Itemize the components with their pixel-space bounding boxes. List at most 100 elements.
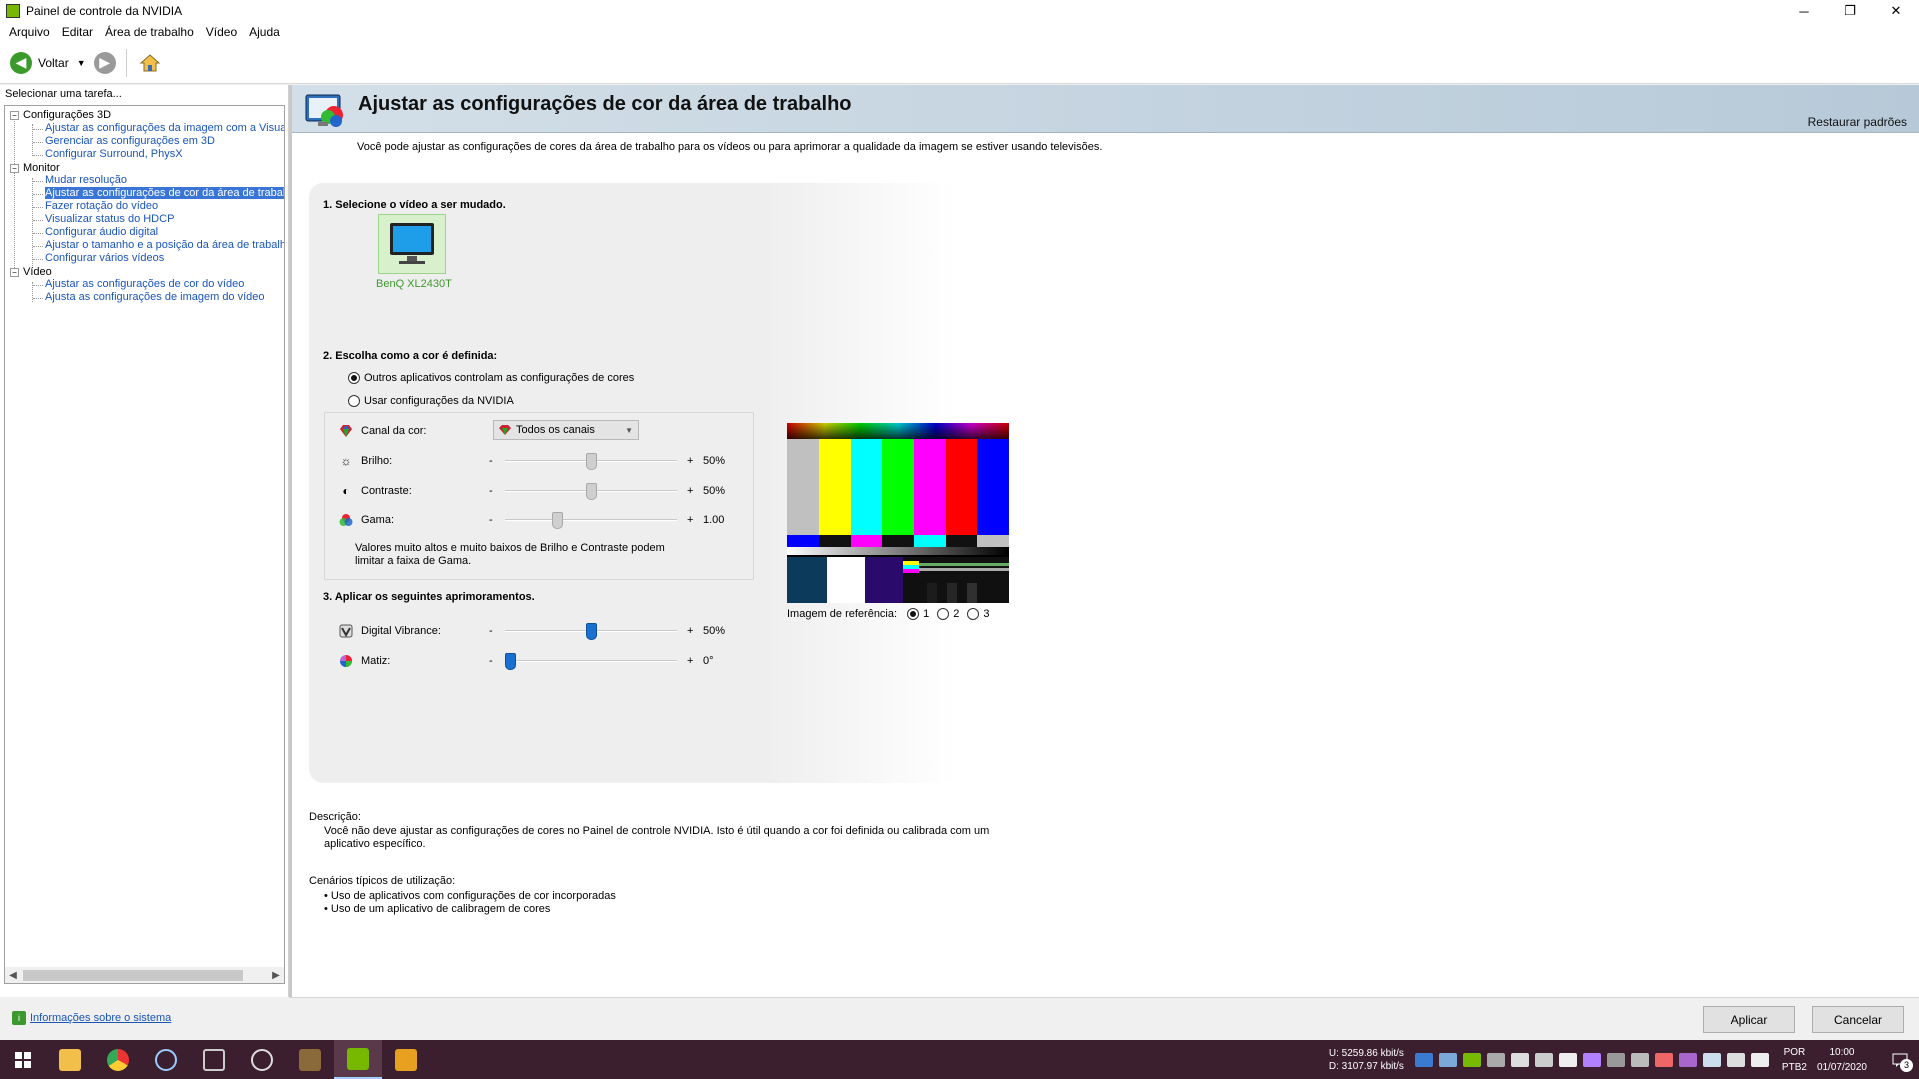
microphone-icon[interactable]: [1510, 1052, 1529, 1067]
tray-icon[interactable]: [1678, 1052, 1697, 1067]
radio-other-apps[interactable]: Outros aplicativos controlam as configur…: [348, 372, 634, 384]
monitor-tile[interactable]: [378, 214, 446, 274]
vibrance-slider-thumb[interactable]: [585, 623, 597, 640]
virtualbox-icon[interactable]: [190, 1040, 238, 1079]
horizontal-scrollbar[interactable]: ◀ ▶: [4, 967, 285, 984]
gamma-warning: Valores muito altos e muito baixos de Br…: [355, 542, 665, 567]
list-item: • Uso de aplicativos com configurações d…: [324, 890, 616, 902]
chrome-icon[interactable]: [94, 1040, 142, 1079]
forward-arrow-icon[interactable]: ▶: [93, 51, 116, 74]
collapse-icon[interactable]: −: [10, 267, 19, 277]
contrast-slider-thumb[interactable]: [585, 483, 597, 500]
app-icon-3[interactable]: [142, 1040, 190, 1079]
windows-start-icon[interactable]: [0, 1040, 46, 1079]
reference-radio-2[interactable]: [937, 608, 950, 620]
reference-radio-3[interactable]: [967, 608, 980, 620]
nvidia-taskbar-icon[interactable]: [334, 1040, 382, 1079]
tray-icon[interactable]: [1654, 1052, 1673, 1067]
tree-group-video[interactable]: − Vídeo: [10, 266, 52, 278]
color-channel-label: Canal da cor:: [361, 425, 427, 437]
network-icon[interactable]: [1726, 1052, 1745, 1067]
page-title: Ajustar as configurações de cor da área …: [358, 93, 852, 115]
minecraft-icon[interactable]: [286, 1040, 334, 1079]
gamma-slider[interactable]: [505, 512, 677, 529]
vibrance-slider[interactable]: [505, 623, 677, 640]
radio-nvidia-settings[interactable]: Usar configurações da NVIDIA: [348, 395, 514, 407]
menu-ajuda[interactable]: Ajuda: [244, 25, 285, 39]
back-button-label[interactable]: Voltar: [38, 56, 69, 70]
tree-group-monitor[interactable]: − Monitor: [10, 162, 60, 174]
tray-icon[interactable]: [1582, 1052, 1601, 1067]
minimize-button[interactable]: ─: [1781, 0, 1827, 22]
back-arrow-icon[interactable]: ◀: [10, 51, 32, 74]
scroll-left-icon[interactable]: ◀: [5, 970, 21, 981]
vibrance-row: Digital Vibrance: - + 50%: [339, 622, 743, 640]
hue-slider-thumb[interactable]: [505, 653, 516, 670]
sidebar-item-digital-audio[interactable]: Configurar áudio digital: [45, 226, 158, 238]
reference-radio-1[interactable]: [907, 608, 920, 620]
menu-area-de-trabalho[interactable]: Área de trabalho: [100, 25, 199, 39]
hue-slider[interactable]: [505, 653, 677, 670]
taskbar: U: 5259.86 kbit/s D: 3107.97 kbit/s POR …: [0, 1040, 1919, 1079]
monitor-name[interactable]: BenQ XL2430T: [376, 278, 452, 290]
sidebar-item-multiple-displays[interactable]: Configurar vários vídeos: [45, 252, 164, 264]
tree-line: [32, 178, 33, 268]
scroll-right-icon[interactable]: ▶: [268, 970, 284, 981]
sidebar-item-surround-physx[interactable]: Configurar Surround, PhysX: [45, 148, 183, 160]
task-tree: − Configurações 3D Ajustar as configuraçõ…: [4, 105, 285, 972]
tray-icon[interactable]: [1462, 1052, 1481, 1067]
system-info[interactable]: i Informações sobre o sistema: [12, 1011, 171, 1025]
sidebar-item-desktop-color[interactable]: Ajustar as configurações de cor da área …: [45, 187, 284, 199]
sidebar-item-size-position[interactable]: Ajustar o tamanho e a posição da área de…: [45, 239, 284, 251]
counter-strike-icon[interactable]: [382, 1040, 430, 1079]
tray-icon[interactable]: [1438, 1052, 1457, 1067]
toolbar: ◀ Voltar ▼ ▶: [0, 42, 1919, 84]
sidebar-item-resolution[interactable]: Mudar resolução: [45, 174, 127, 186]
language-indicator[interactable]: POR PTB2: [1782, 1045, 1807, 1075]
brightness-row: ☼ Brilho: - + 50%: [339, 452, 743, 470]
steam-icon[interactable]: [1702, 1052, 1721, 1067]
radio-button-selected[interactable]: [348, 372, 360, 384]
sidebar-item-rotation[interactable]: Fazer rotação do vídeo: [45, 200, 158, 212]
clock[interactable]: 10:00 01/07/2020: [1817, 1045, 1867, 1075]
tray-icon[interactable]: [1534, 1052, 1553, 1067]
sidebar-item-video-image[interactable]: Ajusta as configurações de imagem do víd…: [45, 291, 265, 303]
system-info-link[interactable]: Informações sobre o sistema: [30, 1012, 171, 1024]
radio-button[interactable]: [348, 395, 360, 407]
collapse-icon[interactable]: −: [10, 163, 19, 173]
apply-button[interactable]: Aplicar: [1703, 1006, 1795, 1033]
volume-icon[interactable]: [1750, 1052, 1769, 1067]
file-explorer-icon[interactable]: [46, 1040, 94, 1079]
menu-arquivo[interactable]: Arquivo: [4, 25, 55, 39]
channel-icon: [499, 425, 511, 435]
contrast-slider[interactable]: [505, 483, 677, 500]
sidebar-item-video-color[interactable]: Ajustar as configurações de cor do vídeo: [45, 278, 244, 290]
notification-icon[interactable]: 3: [1881, 1040, 1919, 1079]
gamma-slider-thumb[interactable]: [551, 512, 563, 529]
brightness-slider[interactable]: [505, 453, 677, 470]
tray-icon[interactable]: [1486, 1052, 1505, 1067]
menu-editar[interactable]: Editar: [57, 25, 98, 39]
sidebar-item-visual-image[interactable]: Ajustar as configurações da imagem com a…: [45, 122, 284, 134]
chevron-down-icon[interactable]: ▼: [625, 426, 633, 435]
sidebar-item-hdcp[interactable]: Visualizar status do HDCP: [45, 213, 174, 225]
home-icon[interactable]: [137, 50, 163, 76]
cancel-button[interactable]: Cancelar: [1812, 1006, 1904, 1033]
brightness-slider-thumb[interactable]: [585, 453, 597, 470]
history-dropdown-icon[interactable]: ▼: [77, 58, 86, 68]
color-channel-select[interactable]: Todos os canais ▼: [493, 420, 639, 440]
scroll-thumb[interactable]: [23, 969, 243, 981]
tray-icon[interactable]: [1414, 1052, 1433, 1067]
tray-icon[interactable]: [1630, 1052, 1649, 1067]
close-button[interactable]: ✕: [1873, 0, 1919, 22]
tray-icon[interactable]: [1606, 1052, 1625, 1067]
menu-video[interactable]: Vídeo: [201, 25, 242, 39]
sidebar-item-manage-3d[interactable]: Gerenciar as configurações em 3D: [45, 135, 215, 147]
toolbar-separator: [125, 48, 127, 77]
restore-button[interactable]: ❐: [1827, 0, 1873, 22]
tree-group-3d[interactable]: − Configurações 3D: [10, 109, 111, 121]
collapse-icon[interactable]: −: [10, 110, 19, 120]
tray-icon[interactable]: [1558, 1052, 1577, 1067]
restore-defaults-link[interactable]: Restaurar padrões: [1808, 115, 1907, 129]
obs-icon[interactable]: [238, 1040, 286, 1079]
